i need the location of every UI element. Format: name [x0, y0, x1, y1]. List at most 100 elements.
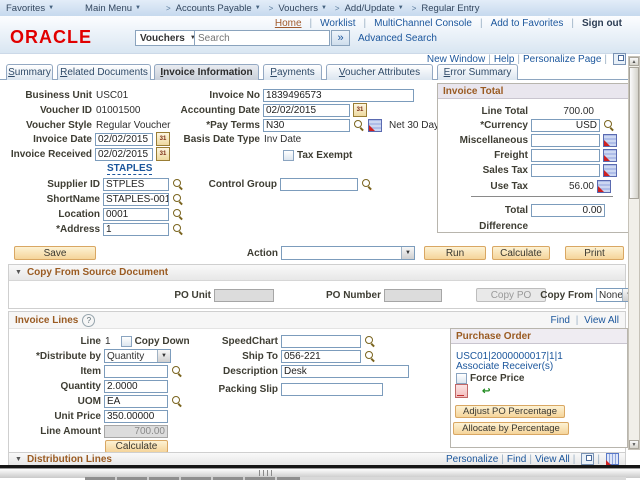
- freight-field[interactable]: [531, 149, 600, 162]
- calendar-icon[interactable]: 31: [353, 103, 367, 117]
- miscellaneous-detail-icon[interactable]: [603, 134, 617, 147]
- calculate-button[interactable]: Calculate: [492, 246, 550, 260]
- multichannel-console-link[interactable]: MultiChannel Console: [374, 18, 472, 29]
- undo-finalize-icon[interactable]: ↩: [482, 386, 490, 397]
- action-select[interactable]: ▼: [281, 246, 415, 260]
- collapse-icon[interactable]: ▼: [15, 456, 22, 463]
- packing-slip-field[interactable]: [281, 383, 383, 396]
- scrollbar-grip[interactable]: [259, 470, 272, 476]
- pay-terms-detail-icon[interactable]: [368, 119, 382, 132]
- new-window-link[interactable]: New Window: [427, 54, 485, 65]
- tab-voucher-attributes[interactable]: Voucher Attributes: [326, 64, 433, 80]
- use-tax-detail-icon[interactable]: [597, 180, 611, 193]
- tax-exempt-checkbox[interactable]: [283, 150, 294, 161]
- search-submit-button[interactable]: »: [331, 30, 350, 46]
- ship-to-field[interactable]: 056-221: [281, 350, 361, 363]
- help-icon[interactable]: ?: [82, 314, 95, 327]
- copy-down-checkbox[interactable]: [121, 336, 132, 347]
- tab-summary[interactable]: Summary: [6, 64, 53, 80]
- add-to-favorites-link[interactable]: Add to Favorites: [491, 18, 564, 29]
- scroll-down-button[interactable]: ▼: [629, 440, 639, 449]
- advanced-search-link[interactable]: Advanced Search: [358, 33, 437, 44]
- favorites-menu[interactable]: Favorites ▼: [6, 3, 57, 14]
- lookup-icon[interactable]: [364, 335, 376, 347]
- invoice-no-field[interactable]: 1839496573: [263, 89, 414, 102]
- view-all-link[interactable]: View All: [535, 454, 570, 465]
- miscellaneous-field[interactable]: [531, 134, 600, 147]
- total-divider: [471, 196, 613, 197]
- supplier-name-link[interactable]: STAPLES: [107, 163, 152, 175]
- total-field[interactable]: 0.00: [531, 204, 605, 217]
- personalize-link[interactable]: Personalize: [446, 454, 498, 465]
- chevrons-icon: »: [337, 32, 343, 44]
- address-field[interactable]: 1: [103, 223, 169, 236]
- po-number-field: [384, 289, 442, 302]
- associate-receivers-link[interactable]: Associate Receiver(s): [456, 361, 553, 372]
- search-scope-dropdown[interactable]: Vouchers ▼: [135, 30, 201, 46]
- download-grid-icon[interactable]: [606, 453, 619, 465]
- shortname-field[interactable]: STAPLES-001: [103, 193, 169, 206]
- find-link[interactable]: Find: [551, 315, 570, 326]
- freight-detail-icon[interactable]: [603, 149, 617, 162]
- crumb-add-update[interactable]: Add/Update ▼: [345, 3, 407, 14]
- sales-tax-field[interactable]: [531, 164, 600, 177]
- lookup-icon[interactable]: [171, 395, 183, 407]
- print-button[interactable]: Print: [565, 246, 624, 260]
- vertical-scrollbar[interactable]: ▲ ▼: [628, 56, 640, 450]
- crumb-regular-entry[interactable]: Regular Entry: [421, 3, 479, 14]
- adjust-po-percentage-button[interactable]: Adjust PO Percentage: [455, 405, 565, 418]
- tab-error-summary[interactable]: Error Summary: [437, 64, 518, 80]
- line-number: 1: [105, 336, 111, 347]
- allocate-by-percentage-button[interactable]: Allocate by Percentage: [453, 422, 569, 435]
- calendar-icon[interactable]: 31: [156, 147, 170, 161]
- sales-tax-detail-icon[interactable]: [603, 164, 617, 177]
- lookup-icon[interactable]: [361, 178, 373, 190]
- scroll-up-button[interactable]: ▲: [629, 57, 639, 66]
- speedchart-field[interactable]: [281, 335, 361, 348]
- worklist-link[interactable]: Worklist: [320, 18, 355, 29]
- run-button[interactable]: Run: [424, 246, 486, 260]
- lookup-icon[interactable]: [603, 119, 615, 131]
- save-button[interactable]: Save: [14, 246, 96, 260]
- distribute-by-select[interactable]: Quantity▼: [104, 349, 171, 363]
- unit-price-field[interactable]: 350.00000: [104, 410, 168, 423]
- lookup-icon[interactable]: [364, 350, 376, 362]
- view-all-link[interactable]: View All: [584, 315, 619, 326]
- finalize-document-icon[interactable]: [455, 384, 468, 398]
- crumb-vouchers[interactable]: Vouchers ▼: [278, 3, 330, 14]
- force-price-checkbox[interactable]: [456, 373, 467, 384]
- accounting-date-field[interactable]: 02/02/2015: [263, 104, 350, 117]
- find-link[interactable]: Find: [507, 454, 526, 465]
- use-tax-label: Use Tax: [441, 181, 528, 192]
- crumb-accounts-payable[interactable]: Accounts Payable ▼: [176, 3, 264, 14]
- zoom-grid-icon[interactable]: [581, 453, 594, 465]
- page-layout-icon[interactable]: [613, 53, 626, 65]
- pay-terms-field[interactable]: N30: [263, 119, 350, 132]
- personalize-page-link[interactable]: Personalize Page: [523, 54, 601, 65]
- copy-from-header[interactable]: ▼ Copy From Source Document: [9, 265, 625, 281]
- quantity-field[interactable]: 2.0000: [104, 380, 168, 393]
- lookup-icon[interactable]: [172, 193, 184, 205]
- sign-out-link[interactable]: Sign out: [582, 18, 622, 29]
- tab-related-documents[interactable]: Related Documents: [57, 64, 151, 80]
- collapse-icon[interactable]: ▼: [15, 269, 22, 276]
- application-window: Favorites ▼ Main Menu ▼ > Accounts Payab…: [0, 0, 640, 480]
- search-input[interactable]: [194, 30, 330, 46]
- scrollbar-thumb[interactable]: [629, 67, 639, 199]
- invoice-date-field[interactable]: 02/02/2015: [95, 133, 153, 146]
- description-field[interactable]: Desk: [281, 365, 409, 378]
- item-field[interactable]: [104, 365, 168, 378]
- home-link[interactable]: Home: [275, 18, 302, 29]
- invoice-received-field[interactable]: 02/02/2015: [95, 148, 153, 161]
- uom-field[interactable]: EA: [104, 395, 168, 408]
- control-group-field[interactable]: [280, 178, 358, 191]
- lookup-icon[interactable]: [172, 223, 184, 235]
- tab-payments[interactable]: Payments: [263, 64, 322, 80]
- currency-field[interactable]: USD: [531, 119, 600, 132]
- lookup-icon[interactable]: [172, 208, 184, 220]
- help-link[interactable]: Help: [494, 54, 515, 65]
- main-menu[interactable]: Main Menu ▼: [85, 3, 144, 14]
- lookup-icon[interactable]: [353, 119, 365, 131]
- tab-invoice-information[interactable]: Invoice Information: [154, 64, 259, 80]
- location-field[interactable]: 0001: [103, 208, 169, 221]
